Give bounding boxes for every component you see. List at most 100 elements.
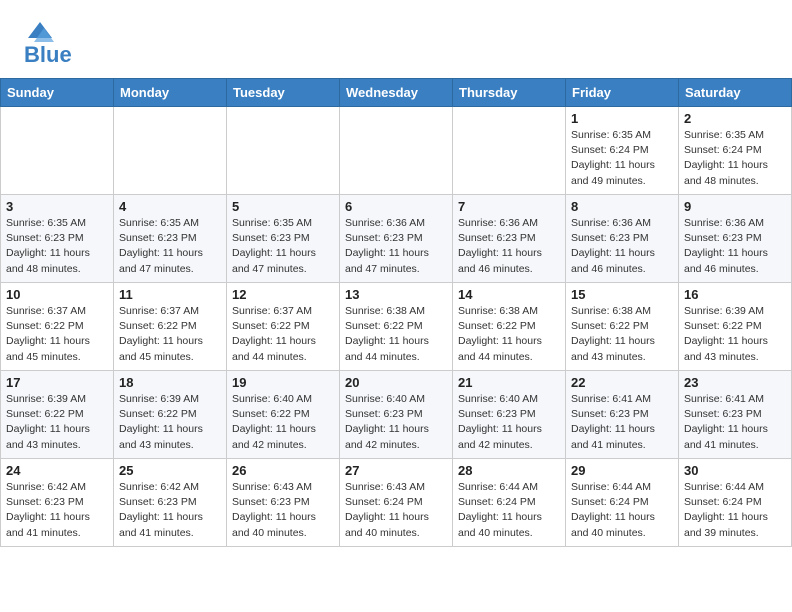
day-info: Sunrise: 6:39 AM Sunset: 6:22 PM Dayligh… xyxy=(6,392,108,453)
calendar-cell: 8 Sunrise: 6:36 AM Sunset: 6:23 PM Daylig… xyxy=(566,195,679,283)
day-number: 22 xyxy=(571,375,673,390)
calendar-cell: 21 Sunrise: 6:40 AM Sunset: 6:23 PM Dayli… xyxy=(453,371,566,459)
day-number: 1 xyxy=(571,111,673,126)
day-info: Sunrise: 6:44 AM Sunset: 6:24 PM Dayligh… xyxy=(684,480,786,541)
day-number: 6 xyxy=(345,199,447,214)
day-info: Sunrise: 6:42 AM Sunset: 6:23 PM Dayligh… xyxy=(6,480,108,541)
day-info: Sunrise: 6:39 AM Sunset: 6:22 PM Dayligh… xyxy=(684,304,786,365)
day-number: 18 xyxy=(119,375,221,390)
day-info: Sunrise: 6:35 AM Sunset: 6:24 PM Dayligh… xyxy=(684,128,786,189)
calendar-cell xyxy=(227,107,340,195)
calendar-cell: 25 Sunrise: 6:42 AM Sunset: 6:23 PM Dayli… xyxy=(114,459,227,547)
day-info: Sunrise: 6:37 AM Sunset: 6:22 PM Dayligh… xyxy=(232,304,334,365)
calendar-cell: 26 Sunrise: 6:43 AM Sunset: 6:23 PM Dayli… xyxy=(227,459,340,547)
calendar-week-row: 24 Sunrise: 6:42 AM Sunset: 6:23 PM Dayli… xyxy=(1,459,792,547)
day-info: Sunrise: 6:35 AM Sunset: 6:24 PM Dayligh… xyxy=(571,128,673,189)
calendar-cell: 23 Sunrise: 6:41 AM Sunset: 6:23 PM Dayli… xyxy=(679,371,792,459)
day-number: 19 xyxy=(232,375,334,390)
day-number: 8 xyxy=(571,199,673,214)
day-info: Sunrise: 6:38 AM Sunset: 6:22 PM Dayligh… xyxy=(345,304,447,365)
day-number: 9 xyxy=(684,199,786,214)
calendar-cell: 5Sunrise: 6:35 AM Sunset: 6:23 PM Daylig… xyxy=(227,195,340,283)
day-number: 2 xyxy=(684,111,786,126)
calendar-cell: 18 Sunrise: 6:39 AM Sunset: 6:22 PM Dayli… xyxy=(114,371,227,459)
calendar-week-row: 17 Sunrise: 6:39 AM Sunset: 6:22 PM Dayli… xyxy=(1,371,792,459)
calendar-cell: 2 Sunrise: 6:35 AM Sunset: 6:24 PM Daylig… xyxy=(679,107,792,195)
calendar-cell: 19 Sunrise: 6:40 AM Sunset: 6:22 PM Dayli… xyxy=(227,371,340,459)
calendar-cell xyxy=(114,107,227,195)
day-of-week-header: Saturday xyxy=(679,79,792,107)
day-info: Sunrise: 6:39 AM Sunset: 6:22 PM Dayligh… xyxy=(119,392,221,453)
day-number: 29 xyxy=(571,463,673,478)
calendar-header-row: SundayMondayTuesdayWednesdayThursdayFrid… xyxy=(1,79,792,107)
calendar-cell: 12 Sunrise: 6:37 AM Sunset: 6:22 PM Dayli… xyxy=(227,283,340,371)
calendar-week-row: 3 Sunrise: 6:35 AM Sunset: 6:23 PM Daylig… xyxy=(1,195,792,283)
day-info: Sunrise: 6:40 AM Sunset: 6:22 PM Dayligh… xyxy=(232,392,334,453)
day-number: 27 xyxy=(345,463,447,478)
calendar-cell: 24 Sunrise: 6:42 AM Sunset: 6:23 PM Dayli… xyxy=(1,459,114,547)
day-number: 17 xyxy=(6,375,108,390)
calendar-cell: 28 Sunrise: 6:44 AM Sunset: 6:24 PM Dayli… xyxy=(453,459,566,547)
calendar-cell: 4 Sunrise: 6:35 AM Sunset: 6:23 PM Daylig… xyxy=(114,195,227,283)
calendar-cell: 6 Sunrise: 6:36 AM Sunset: 6:23 PM Daylig… xyxy=(340,195,453,283)
day-number: 4 xyxy=(119,199,221,214)
day-info: Sunrise: 6:38 AM Sunset: 6:22 PM Dayligh… xyxy=(458,304,560,365)
calendar-cell: 1 Sunrise: 6:35 AM Sunset: 6:24 PM Daylig… xyxy=(566,107,679,195)
calendar-cell: 15Sunrise: 6:38 AM Sunset: 6:22 PM Dayli… xyxy=(566,283,679,371)
day-info: Sunrise: 6:42 AM Sunset: 6:23 PM Dayligh… xyxy=(119,480,221,541)
day-number: 5 xyxy=(232,199,334,214)
day-number: 14 xyxy=(458,287,560,302)
logo-blue-text: Blue xyxy=(24,42,72,67)
calendar-cell: 7Sunrise: 6:36 AM Sunset: 6:23 PM Daylig… xyxy=(453,195,566,283)
day-info: Sunrise: 6:43 AM Sunset: 6:23 PM Dayligh… xyxy=(232,480,334,541)
day-info: Sunrise: 6:43 AM Sunset: 6:24 PM Dayligh… xyxy=(345,480,447,541)
day-number: 30 xyxy=(684,463,786,478)
day-info: Sunrise: 6:38 AM Sunset: 6:22 PM Dayligh… xyxy=(571,304,673,365)
day-info: Sunrise: 6:35 AM Sunset: 6:23 PM Dayligh… xyxy=(119,216,221,277)
day-number: 3 xyxy=(6,199,108,214)
day-number: 11 xyxy=(119,287,221,302)
calendar-cell: 29 Sunrise: 6:44 AM Sunset: 6:24 PM Dayli… xyxy=(566,459,679,547)
day-number: 10 xyxy=(6,287,108,302)
calendar-cell: 27 Sunrise: 6:43 AM Sunset: 6:24 PM Dayli… xyxy=(340,459,453,547)
calendar-week-row: 10 Sunrise: 6:37 AM Sunset: 6:22 PM Dayli… xyxy=(1,283,792,371)
day-info: Sunrise: 6:41 AM Sunset: 6:23 PM Dayligh… xyxy=(684,392,786,453)
day-info: Sunrise: 6:35 AM Sunset: 6:23 PM Dayligh… xyxy=(6,216,108,277)
calendar-week-row: 1 Sunrise: 6:35 AM Sunset: 6:24 PM Daylig… xyxy=(1,107,792,195)
day-number: 26 xyxy=(232,463,334,478)
day-info: Sunrise: 6:36 AM Sunset: 6:23 PM Dayligh… xyxy=(684,216,786,277)
calendar-cell xyxy=(1,107,114,195)
day-info: Sunrise: 6:44 AM Sunset: 6:24 PM Dayligh… xyxy=(571,480,673,541)
calendar-cell: 16 Sunrise: 6:39 AM Sunset: 6:22 PM Dayli… xyxy=(679,283,792,371)
day-of-week-header: Monday xyxy=(114,79,227,107)
calendar-cell: 14 Sunrise: 6:38 AM Sunset: 6:22 PM Dayli… xyxy=(453,283,566,371)
day-number: 25 xyxy=(119,463,221,478)
calendar-cell: 10Sunrise: 6:37 AM Sunset: 6:22 PM Dayli… xyxy=(1,283,114,371)
day-info: Sunrise: 6:41 AM Sunset: 6:23 PM Dayligh… xyxy=(571,392,673,453)
calendar-cell xyxy=(453,107,566,195)
day-number: 24 xyxy=(6,463,108,478)
calendar-cell: 22 Sunrise: 6:41 AM Sunset: 6:23 PM Dayli… xyxy=(566,371,679,459)
day-number: 28 xyxy=(458,463,560,478)
day-number: 7 xyxy=(458,199,560,214)
day-number: 16 xyxy=(684,287,786,302)
day-of-week-header: Tuesday xyxy=(227,79,340,107)
calendar-cell: 30 Sunrise: 6:44 AM Sunset: 6:24 PM Dayli… xyxy=(679,459,792,547)
calendar-cell xyxy=(340,107,453,195)
day-of-week-header: Wednesday xyxy=(340,79,453,107)
day-info: Sunrise: 6:36 AM Sunset: 6:23 PM Dayligh… xyxy=(571,216,673,277)
day-info: Sunrise: 6:40 AM Sunset: 6:23 PM Dayligh… xyxy=(458,392,560,453)
day-number: 21 xyxy=(458,375,560,390)
page-header: Blue xyxy=(0,0,792,78)
calendar-table: SundayMondayTuesdayWednesdayThursdayFrid… xyxy=(0,78,792,547)
day-info: Sunrise: 6:36 AM Sunset: 6:23 PM Dayligh… xyxy=(345,216,447,277)
day-of-week-header: Thursday xyxy=(453,79,566,107)
day-number: 12 xyxy=(232,287,334,302)
day-info: Sunrise: 6:40 AM Sunset: 6:23 PM Dayligh… xyxy=(345,392,447,453)
calendar-cell: 20Sunrise: 6:40 AM Sunset: 6:23 PM Dayli… xyxy=(340,371,453,459)
calendar-cell: 9 Sunrise: 6:36 AM Sunset: 6:23 PM Daylig… xyxy=(679,195,792,283)
day-number: 23 xyxy=(684,375,786,390)
calendar-cell: 11Sunrise: 6:37 AM Sunset: 6:22 PM Dayli… xyxy=(114,283,227,371)
day-of-week-header: Friday xyxy=(566,79,679,107)
day-info: Sunrise: 6:44 AM Sunset: 6:24 PM Dayligh… xyxy=(458,480,560,541)
